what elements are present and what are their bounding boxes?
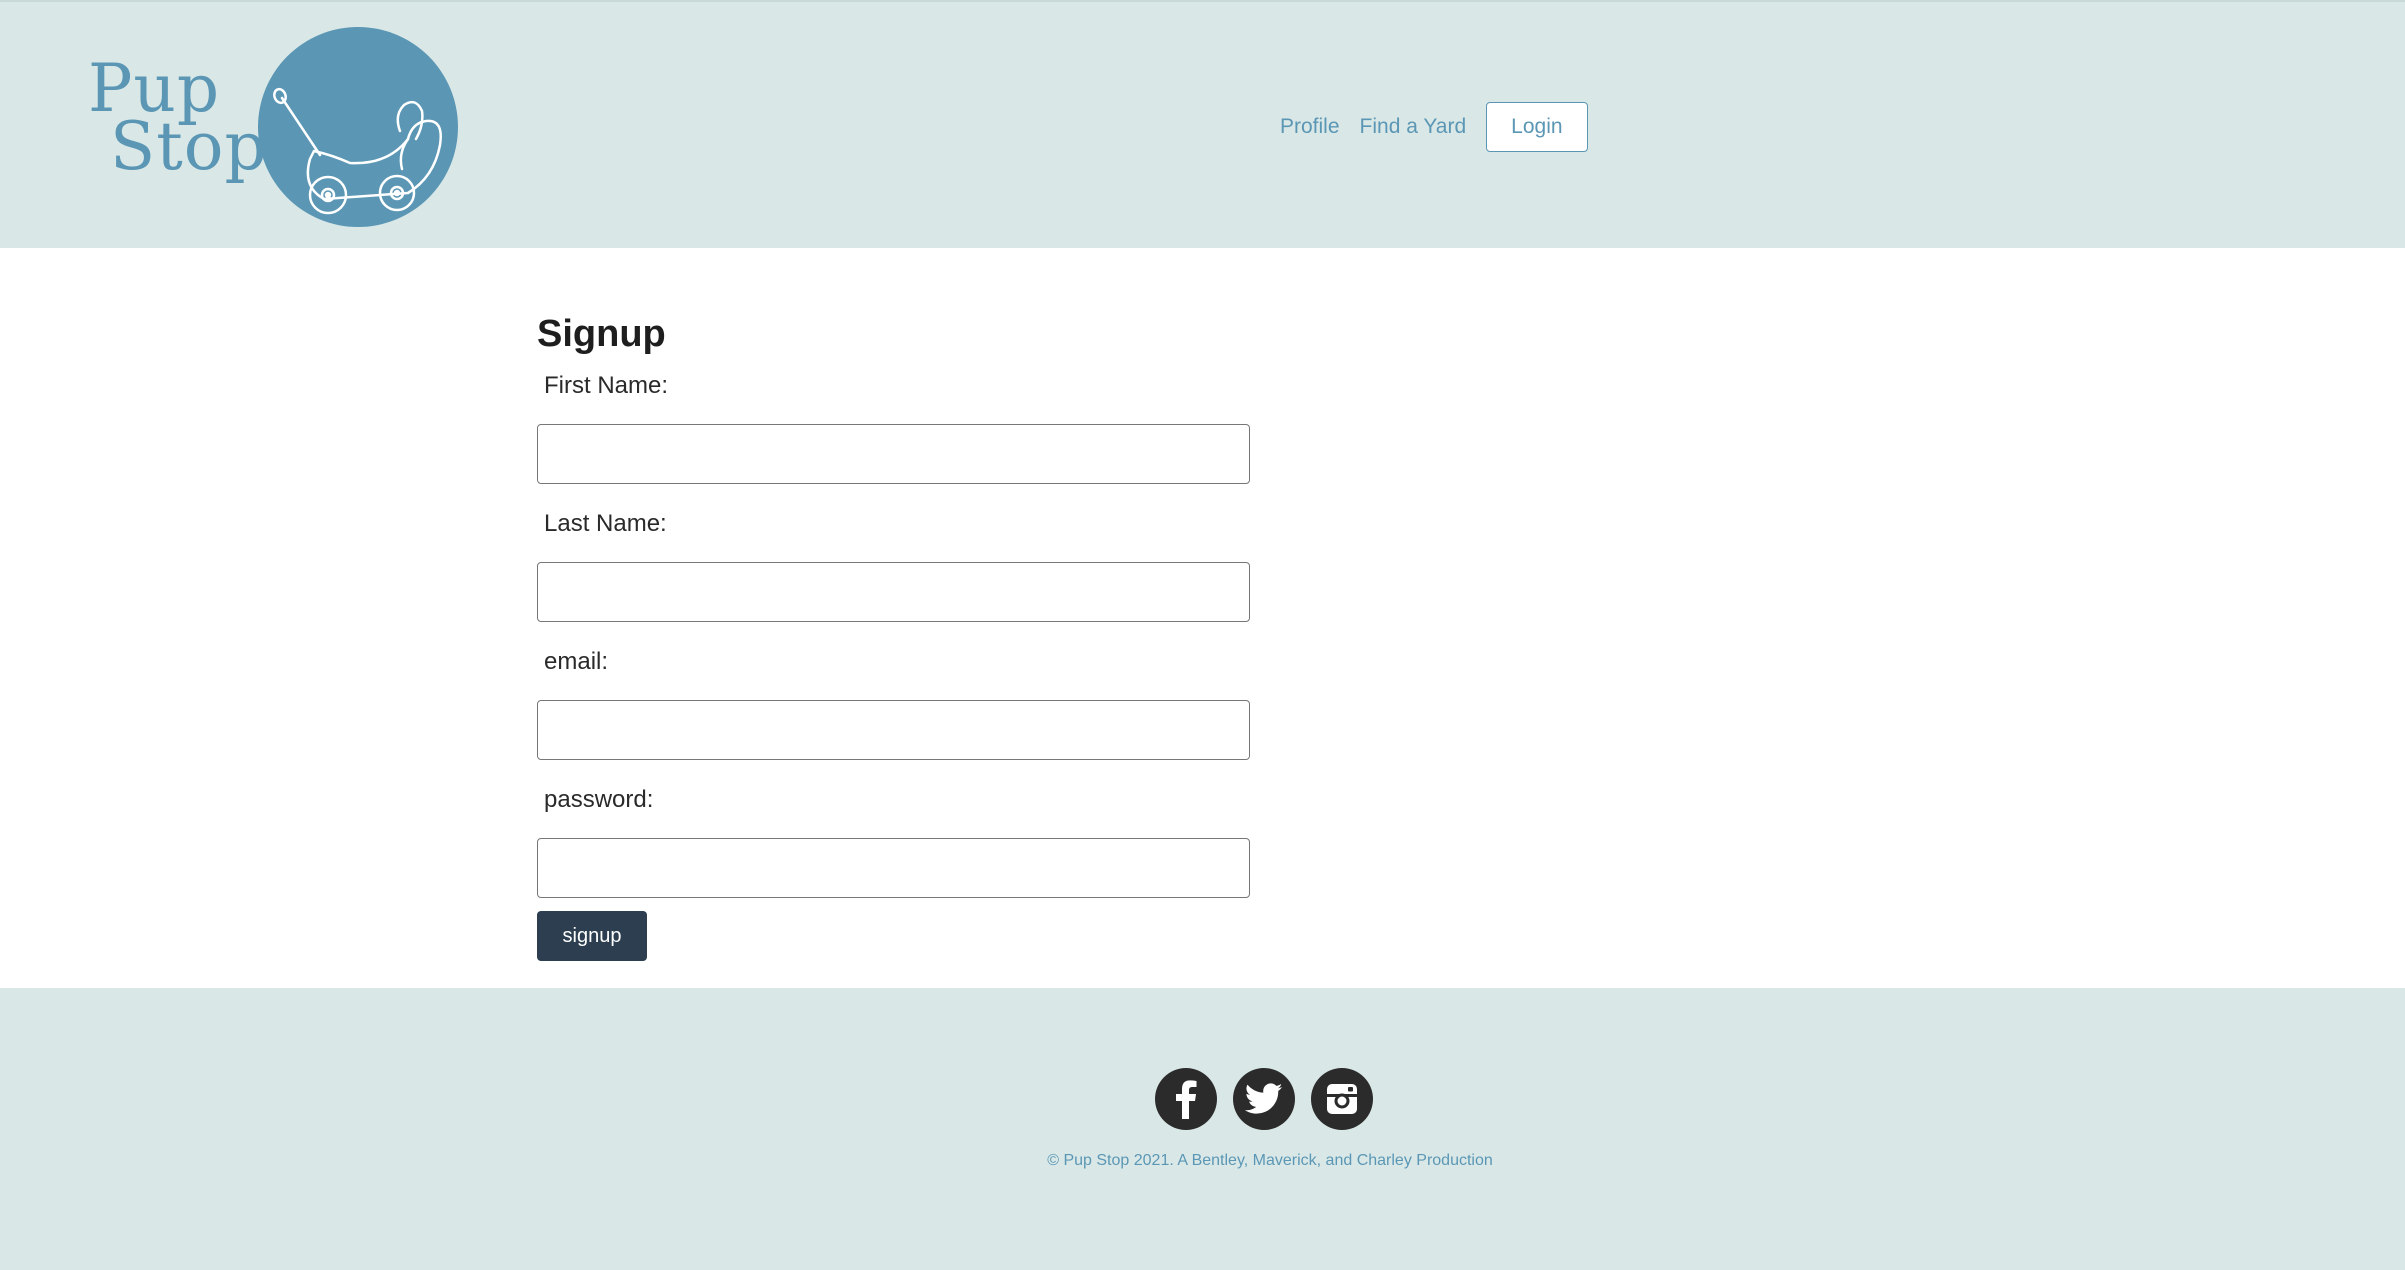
last-name-label: Last Name: <box>544 510 667 537</box>
copyright-text: © Pup Stop 2021. A Bentley, Maverick, an… <box>1047 1152 1493 1169</box>
pull-toy-dog-logo-icon[interactable] <box>258 27 458 227</box>
email-label: email: <box>544 648 609 675</box>
nav-find-a-yard-link[interactable]: Find a Yard <box>1360 115 1467 139</box>
password-label: password: <box>544 786 654 813</box>
social-links <box>1155 1068 1373 1130</box>
site-footer: © Pup Stop 2021. A Bentley, Maverick, an… <box>0 988 2405 1270</box>
last-name-input[interactable] <box>537 562 1250 622</box>
twitter-icon[interactable] <box>1233 1068 1295 1130</box>
logo-word-stop: Stop <box>110 108 268 185</box>
nav-profile-link[interactable]: Profile <box>1280 115 1340 139</box>
email-input[interactable] <box>537 700 1250 760</box>
main-nav: Profile Find a Yard Login <box>1280 100 1588 154</box>
site-header: Pup Stop Profile Find a Yard Login <box>0 0 2405 248</box>
instagram-icon[interactable] <box>1311 1068 1373 1130</box>
signup-form: Signup First Name: Last Name: email: pas… <box>537 300 1257 961</box>
signup-button[interactable]: signup <box>537 911 647 961</box>
first-name-label: First Name: <box>544 372 669 399</box>
password-input[interactable] <box>537 838 1250 898</box>
logo-wordmark[interactable]: Pup Stop <box>88 56 268 185</box>
page-title: Signup <box>537 313 666 355</box>
first-name-input[interactable] <box>537 424 1250 484</box>
login-button[interactable]: Login <box>1486 102 1588 152</box>
facebook-icon[interactable] <box>1155 1068 1217 1130</box>
